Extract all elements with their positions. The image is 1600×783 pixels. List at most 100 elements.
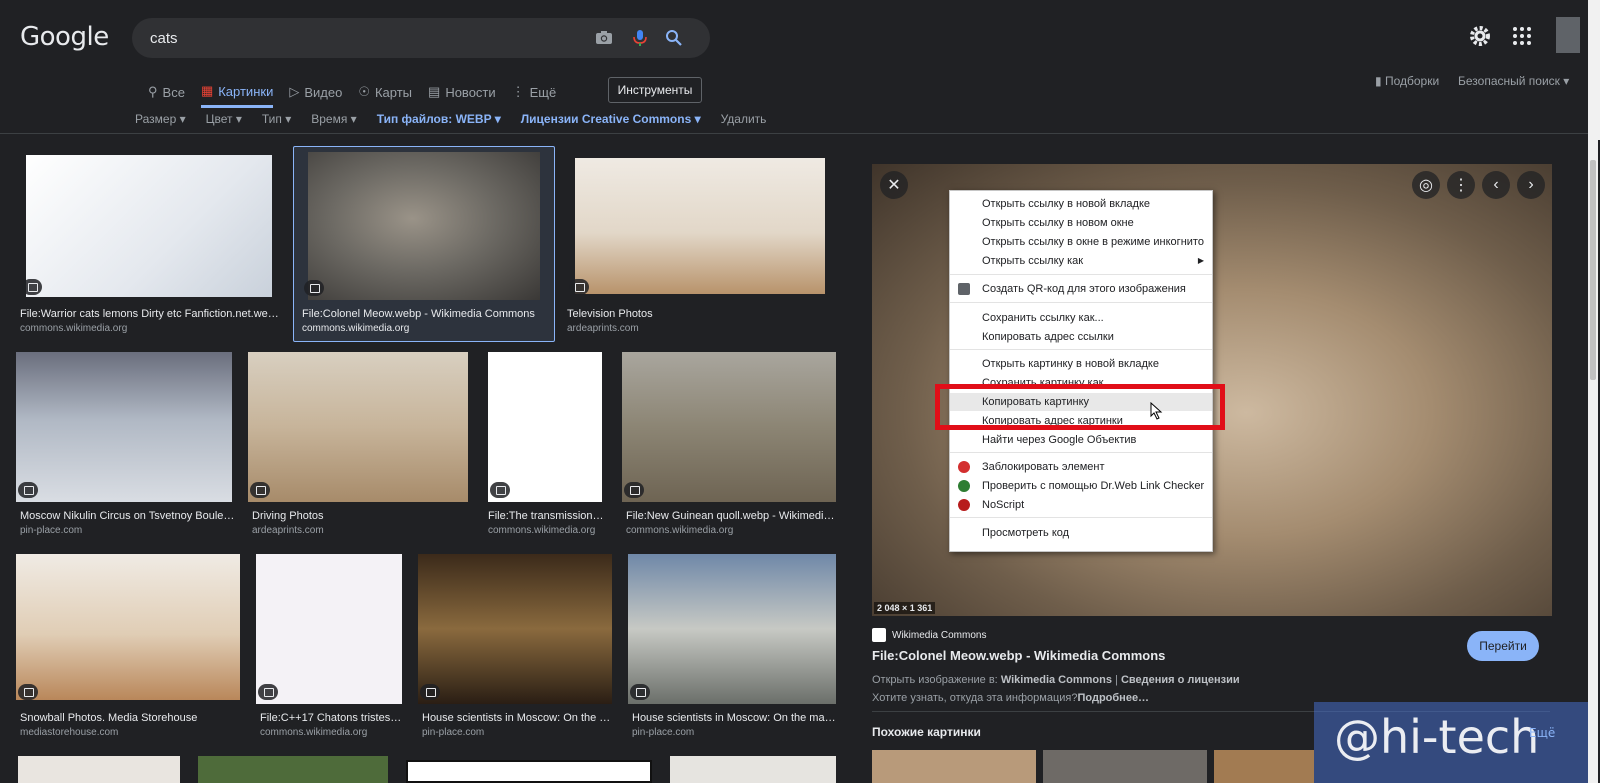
tab-label: Все <box>162 84 185 100</box>
preview-source[interactable]: Wikimedia Commons <box>872 628 986 642</box>
ctx-open-image-new-tab[interactable]: Открыть картинку в новой вкладке <box>950 355 1212 373</box>
search-box[interactable] <box>132 18 710 58</box>
ctx-adblock-element[interactable]: Заблокировать элемент <box>950 458 1212 476</box>
bookmark-icon: ▮ <box>1375 74 1385 88</box>
tab-news[interactable]: ▤ Новости <box>428 80 496 104</box>
filter-clear[interactable]: Удалить <box>721 112 767 126</box>
result-image[interactable] <box>406 760 652 783</box>
search-input[interactable] <box>150 28 570 48</box>
collections-link[interactable]: ▮ Подборки <box>1375 74 1439 88</box>
image-badge-icon <box>18 684 38 700</box>
filter-time[interactable]: Время ▾ <box>311 112 356 126</box>
result-title[interactable]: File:New Guinean quoll.webp - Wikimedia … <box>626 510 836 522</box>
result-image[interactable] <box>16 352 232 502</box>
watermark-text: @hi-tech <box>1334 710 1540 764</box>
page-scrollbar[interactable] <box>1588 0 1600 140</box>
ctx-label: Создать QR-код для этого изображения <box>982 283 1186 295</box>
filter-color[interactable]: Цвет ▾ <box>206 112 242 126</box>
filter-size[interactable]: Размер ▾ <box>135 112 186 126</box>
similar-image[interactable] <box>872 750 1036 783</box>
tools-button[interactable]: Инструменты <box>608 77 702 103</box>
ctx-save-link-as[interactable]: Сохранить ссылку как... <box>950 309 1212 327</box>
google-logo[interactable]: Google <box>20 22 109 52</box>
result-image[interactable] <box>248 352 468 502</box>
result-title[interactable]: Snowball Photos. Media Storehouse <box>20 712 197 724</box>
more-link[interactable]: Ещё <box>1529 726 1555 740</box>
next-arrow-icon[interactable]: › <box>1517 171 1545 199</box>
ctx-label: Открыть ссылку как <box>982 255 1084 267</box>
image-badge-icon <box>22 279 42 295</box>
tab-all[interactable]: ⚲ Все <box>148 80 185 104</box>
result-image[interactable] <box>628 554 836 704</box>
settings-gear-icon[interactable] <box>1468 24 1492 48</box>
more-vert-icon[interactable]: ⋮ <box>1447 171 1475 199</box>
result-title[interactable]: House scientists in Moscow: On the map, … <box>632 712 836 724</box>
visual-search-icon[interactable]: ◎ <box>1412 171 1440 199</box>
result-title[interactable]: Television Photos <box>567 308 817 320</box>
result-image[interactable] <box>488 352 602 502</box>
ctx-copy-link-address[interactable]: Копировать адрес ссылки <box>950 328 1212 346</box>
result-image[interactable] <box>308 152 540 300</box>
image-badge-icon <box>304 280 324 296</box>
previous-arrow-icon[interactable]: ‹ <box>1482 171 1510 199</box>
ctx-open-link-new-tab[interactable]: Открыть ссылку в новой вкладке <box>950 195 1212 213</box>
filter-license[interactable]: Лицензии Creative Commons ▾ <box>521 112 701 126</box>
ctx-separator <box>950 302 1212 303</box>
preview-title[interactable]: File:Colonel Meow.webp - Wikimedia Commo… <box>872 648 1165 663</box>
ctx-open-link-new-window[interactable]: Открыть ссылку в новом окне <box>950 214 1212 232</box>
ctx-drweb-check[interactable]: Проверить с помощью Dr.Web Link Checker <box>950 477 1212 495</box>
ctx-create-qr[interactable]: Создать QR-код для этого изображения <box>950 280 1212 298</box>
ctx-open-link-incognito[interactable]: Открыть ссылку в окне в режиме инкогнито <box>950 233 1212 251</box>
image-badge-icon <box>258 684 278 700</box>
filter-type[interactable]: Тип ▾ <box>262 112 291 126</box>
tab-maps[interactable]: ☉ Карты <box>358 80 412 104</box>
filter-label: Тип файлов: WEBP <box>376 112 492 126</box>
result-image[interactable] <box>256 554 402 704</box>
similar-image[interactable] <box>1214 750 1314 783</box>
image-badge-icon <box>490 482 510 498</box>
tab-images[interactable]: ▦ Картинки <box>200 80 274 108</box>
tab-more[interactable]: ⋮ Ещё <box>512 80 557 104</box>
ctx-search-google-lens[interactable]: Найти через Google Объектив <box>950 431 1212 449</box>
result-image[interactable] <box>418 554 612 704</box>
search-icon[interactable] <box>664 28 684 48</box>
result-title[interactable]: File:C++17 Chatons tristes O... <box>260 712 402 724</box>
qr-code-icon <box>958 283 970 295</box>
open-in-site-link[interactable]: Wikimedia Commons <box>1001 674 1112 686</box>
result-title[interactable]: Moscow Nikulin Circus on Tsvetnoy Boulev… <box>20 510 236 522</box>
microphone-icon[interactable] <box>630 28 650 48</box>
result-title[interactable]: File:The transmission c... <box>488 510 606 522</box>
result-image[interactable] <box>670 756 836 783</box>
close-icon[interactable]: ✕ <box>880 171 908 199</box>
result-image[interactable] <box>198 756 388 783</box>
result-title[interactable]: File:Warrior cats lemons Dirty etc Fanfi… <box>20 308 282 320</box>
result-title[interactable]: House scientists in Moscow: On the m... <box>422 712 612 724</box>
result-image[interactable] <box>16 554 240 700</box>
ctx-noscript[interactable]: NoScript <box>950 496 1212 514</box>
ctx-open-link-as[interactable]: Открыть ссылку как ▶ <box>950 252 1212 270</box>
result-source: mediastorehouse.com <box>20 727 119 738</box>
similar-image[interactable] <box>1043 750 1207 783</box>
license-link[interactable]: Сведения о лицензии <box>1121 674 1240 686</box>
result-image[interactable] <box>575 158 825 294</box>
filter-filetype[interactable]: Тип файлов: WEBP ▾ <box>377 112 501 126</box>
safesearch-dropdown[interactable]: Безопасный поиск ▾ <box>1458 74 1569 88</box>
result-image[interactable] <box>18 756 180 783</box>
ctx-separator <box>950 517 1212 518</box>
info-more-link[interactable]: Подробнее… <box>1077 692 1149 704</box>
ctx-inspect[interactable]: Просмотреть код <box>950 524 1212 542</box>
result-title[interactable]: Driving Photos <box>252 510 324 522</box>
result-title[interactable]: File:Colonel Meow.webp - Wikimedia Commo… <box>302 308 547 320</box>
tab-video[interactable]: ▷ Видео <box>289 80 342 104</box>
camera-icon[interactable] <box>594 28 614 48</box>
source-name: Wikimedia Commons <box>892 629 987 641</box>
info-line: Хотите узнать, откуда эта информация?Под… <box>872 692 1149 704</box>
scrollbar-thumb[interactable] <box>1590 160 1596 380</box>
result-source: commons.wikimedia.org <box>626 525 734 536</box>
image-badge-icon <box>624 482 644 498</box>
result-image[interactable] <box>26 155 272 297</box>
result-image[interactable] <box>622 352 836 502</box>
account-avatar[interactable] <box>1556 17 1580 53</box>
visit-button[interactable]: Перейти <box>1467 631 1539 661</box>
apps-grid-icon[interactable] <box>1510 24 1534 48</box>
